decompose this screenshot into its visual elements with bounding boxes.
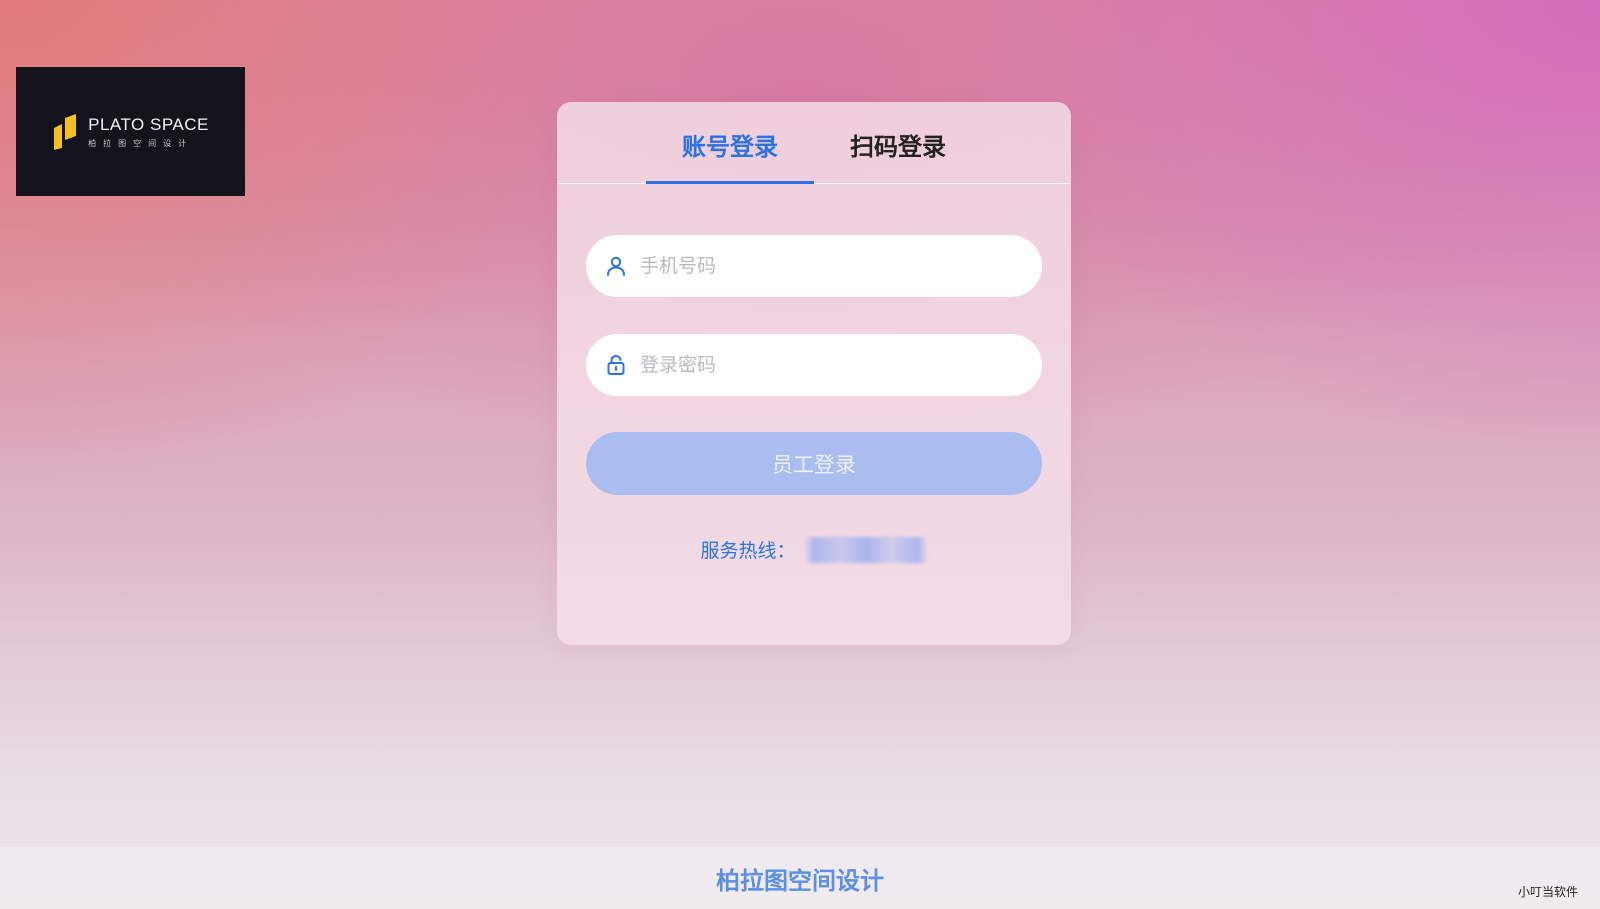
logo-texts: PLATO SPACE 柏拉图空间设计 xyxy=(88,115,209,149)
staff-login-button[interactable]: 员工登录 xyxy=(586,432,1042,495)
brand-logo: PLATO SPACE 柏拉图空间设计 xyxy=(16,67,245,196)
tab-qrcode-login[interactable]: 扫码登录 xyxy=(814,101,982,183)
service-hotline: 服务热线： xyxy=(557,536,1071,563)
hotline-label: 服务热线： xyxy=(700,540,796,562)
tab-account-login[interactable]: 账号登录 xyxy=(646,101,814,184)
logo-subtitle: 柏拉图空间设计 xyxy=(88,138,194,148)
logo-name: PLATO SPACE xyxy=(88,114,209,134)
password-field[interactable] xyxy=(586,334,1042,396)
logo-mark-icon xyxy=(54,113,77,150)
footer-bar: 柏拉图空间设计 xyxy=(0,847,1600,909)
login-card: 账号登录 扫码登录 员工登录 服务热线： xyxy=(557,102,1071,645)
phone-field[interactable] xyxy=(586,235,1042,297)
phone-input[interactable] xyxy=(640,255,1020,277)
hotline-number-redacted xyxy=(803,536,928,563)
login-tabs: 账号登录 扫码登录 xyxy=(557,102,1071,184)
footer-title: 柏拉图空间设计 xyxy=(716,866,884,895)
user-icon xyxy=(607,256,625,276)
lock-icon xyxy=(607,354,625,375)
password-input[interactable] xyxy=(640,354,1020,376)
logo-inner: PLATO SPACE 柏拉图空间设计 xyxy=(52,113,209,150)
watermark-text: 小叮当软件 xyxy=(1517,885,1578,899)
